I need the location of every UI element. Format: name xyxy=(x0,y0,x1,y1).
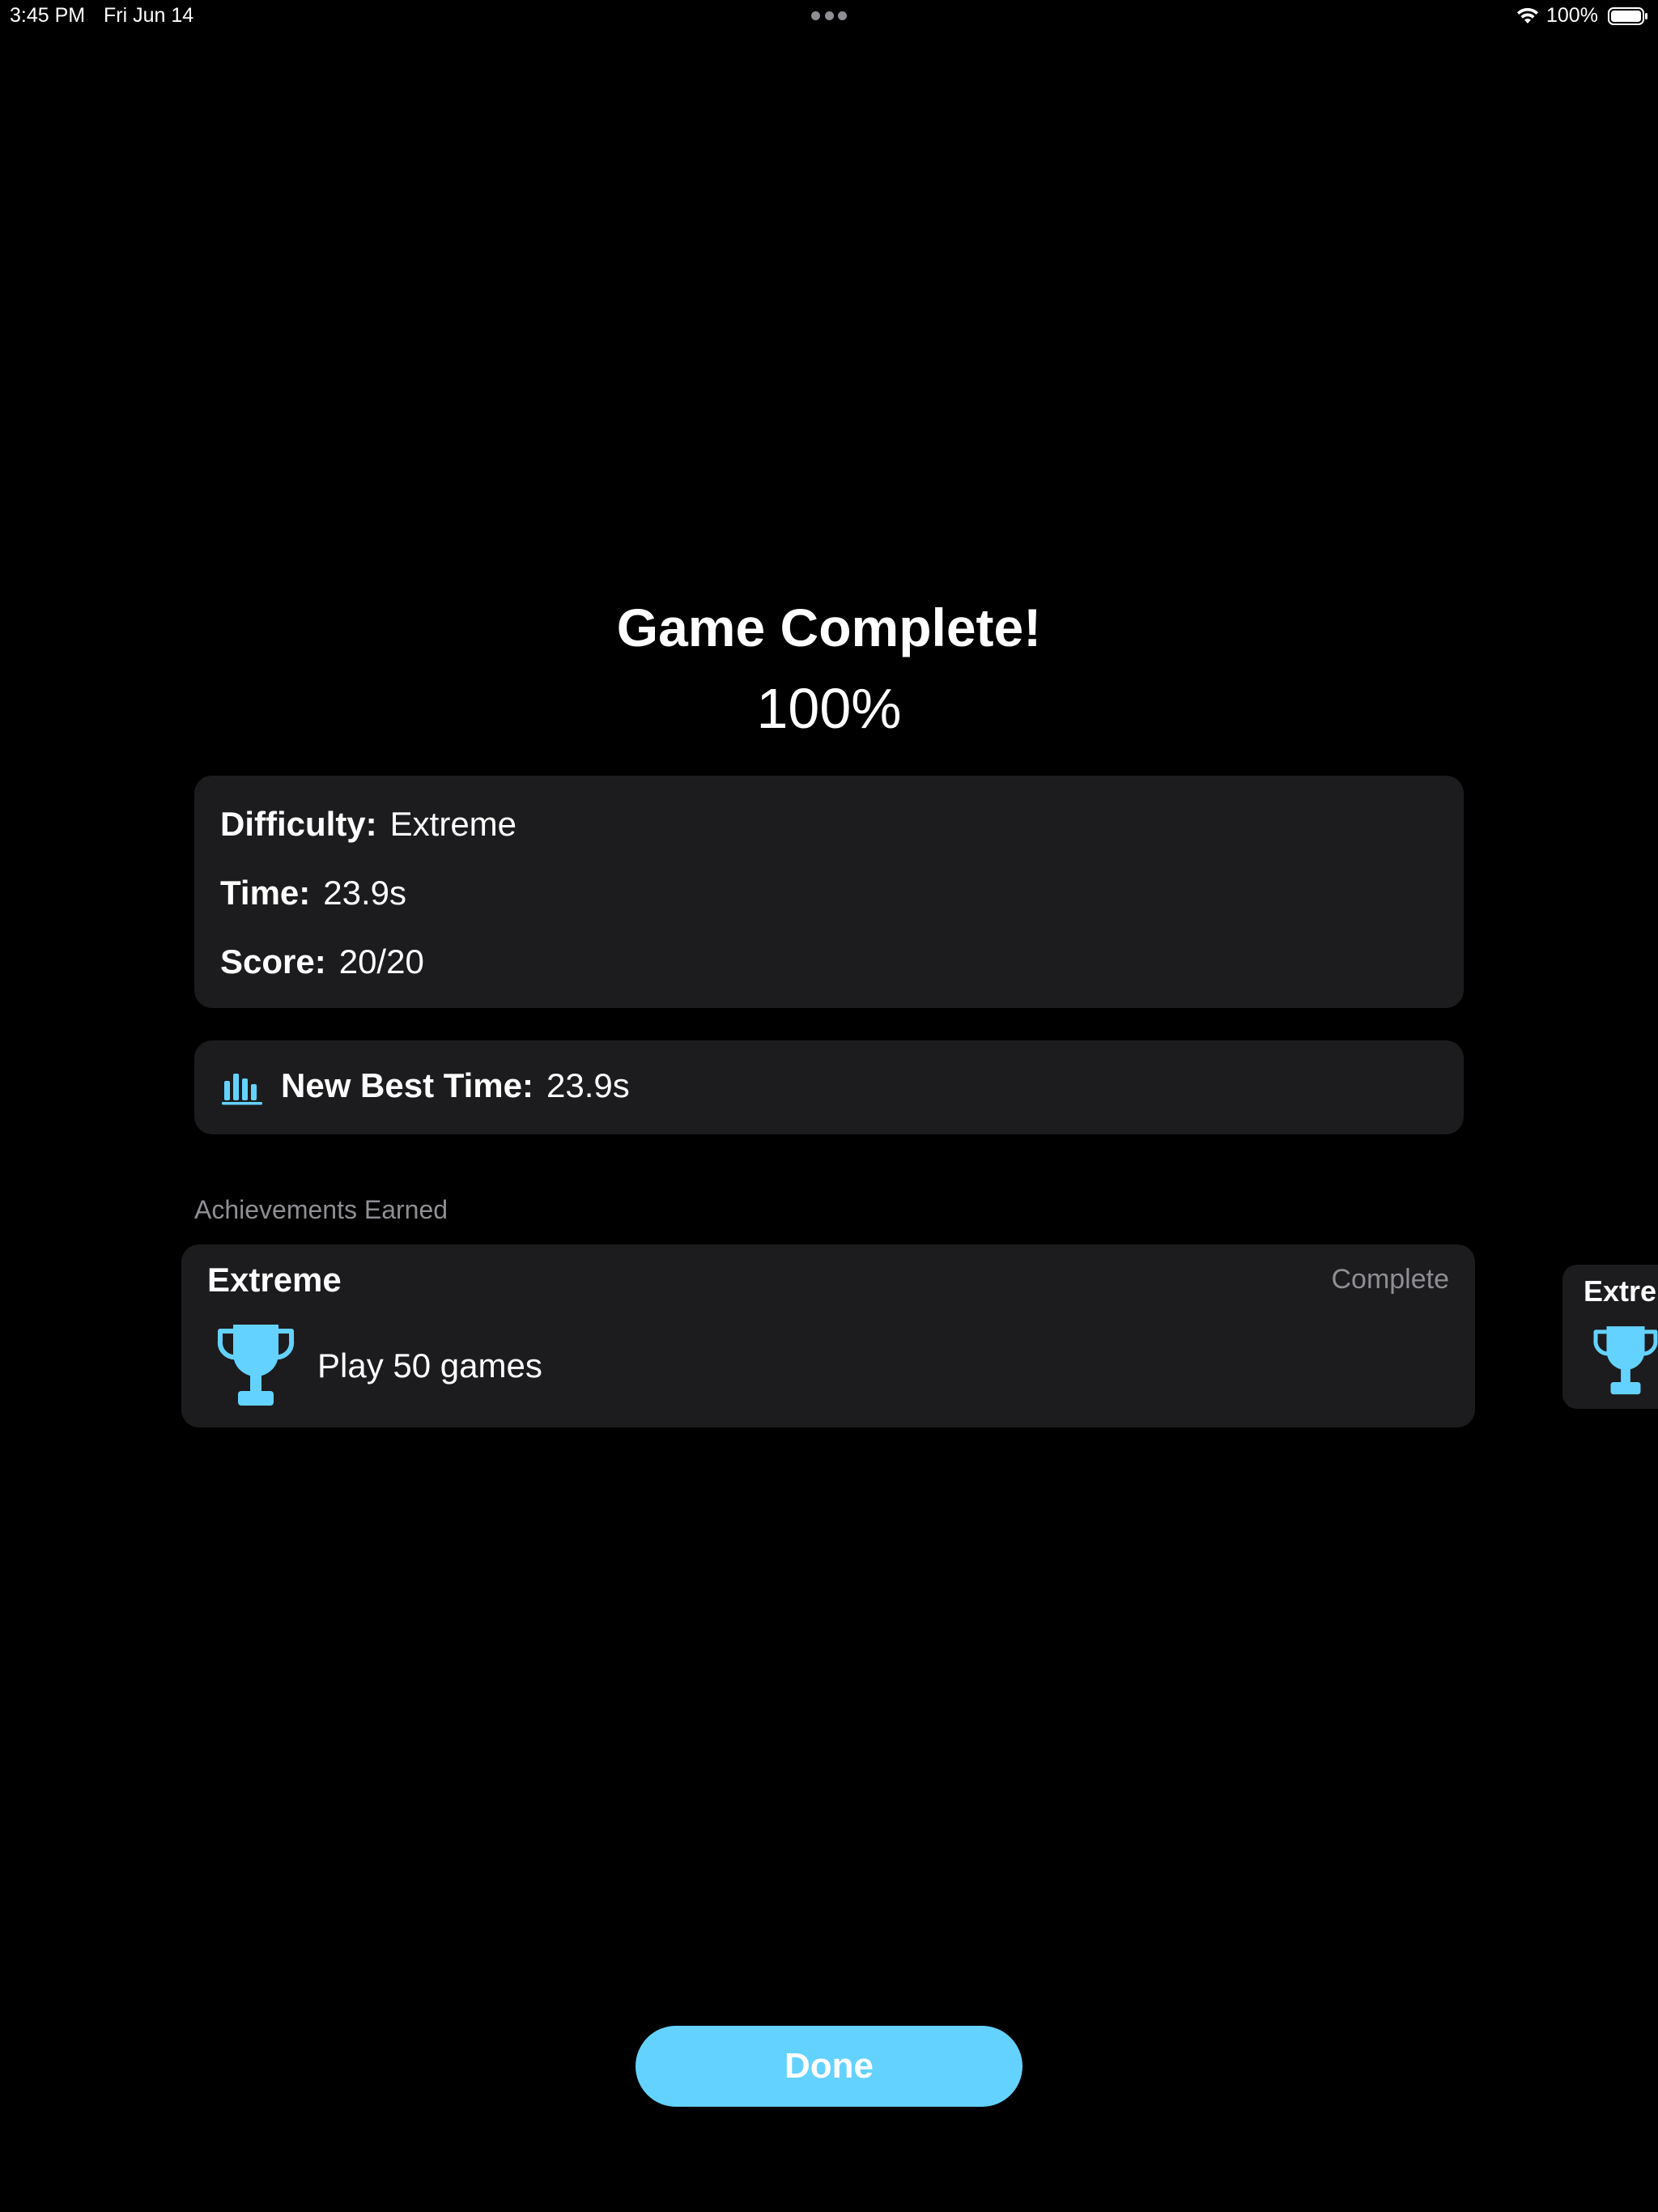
time-row: Time: 23.9s xyxy=(220,874,406,912)
achievement-status: Complete xyxy=(1331,1264,1449,1295)
battery-full-icon xyxy=(1608,7,1647,25)
best-time-label: New Best Time: xyxy=(281,1066,534,1104)
multitasking-dots-icon[interactable] xyxy=(811,11,847,21)
achievement-description: Play 50 games xyxy=(317,1346,542,1385)
status-time: 3:45 PM xyxy=(10,4,86,27)
achievement-title: Extreme xyxy=(207,1261,342,1299)
trophy-icon xyxy=(1593,1326,1658,1395)
best-time-value: 23.9s xyxy=(546,1066,630,1104)
achievement-card-next[interactable]: Extreme xyxy=(1562,1265,1658,1409)
difficulty-label: Difficulty: xyxy=(220,805,377,843)
time-value: 23.9s xyxy=(323,874,407,912)
difficulty-row: Difficulty: Extreme xyxy=(220,805,517,844)
score-row: Score: 20/20 xyxy=(220,942,424,981)
game-complete-screen: 3:45 PM Fri Jun 14 100% Game Complete! 1… xyxy=(0,0,1658,2212)
achievement-card[interactable]: Extreme Complete Play 50 games xyxy=(181,1244,1475,1427)
completion-percent: 100% xyxy=(756,677,902,740)
stats-card: Difficulty: Extreme Time: 23.9s Score: 20/2… xyxy=(194,776,1464,1008)
battery-percent: 100% xyxy=(1546,4,1598,27)
difficulty-value: Extreme xyxy=(389,805,517,843)
trophy-icon xyxy=(217,1325,295,1406)
best-time-card: New Best Time: 23.9s xyxy=(194,1040,1464,1134)
status-date: Fri Jun 14 xyxy=(104,4,194,27)
achievement-title: Extreme xyxy=(1584,1274,1658,1308)
score-value: 20/20 xyxy=(338,942,424,981)
done-button[interactable]: Done xyxy=(636,2026,1022,2107)
wifi-icon xyxy=(1517,7,1538,23)
status-bar: 3:45 PM Fri Jun 14 100% xyxy=(0,0,1658,32)
score-label: Score: xyxy=(220,942,326,981)
time-label: Time: xyxy=(220,874,311,912)
best-time-text: New Best Time: 23.9s xyxy=(281,1066,630,1105)
page-title: Game Complete! xyxy=(616,598,1042,657)
achievements-header: Achievements Earned xyxy=(194,1195,449,1224)
chart-bar-icon xyxy=(222,1074,262,1105)
